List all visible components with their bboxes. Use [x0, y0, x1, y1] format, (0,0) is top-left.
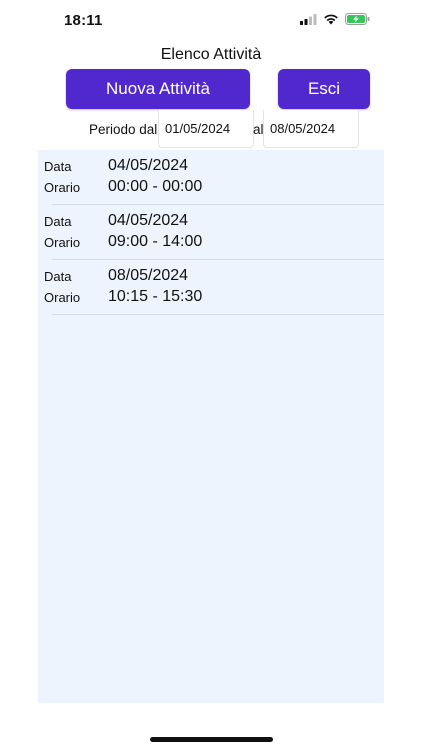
time-label: Orario — [44, 290, 81, 305]
battery-charging-icon — [345, 13, 370, 25]
date-from-field[interactable]: 01/05/2024 — [158, 110, 254, 148]
date-value: 04/05/2024 — [108, 157, 189, 174]
status-icons — [300, 13, 370, 25]
row-divider — [52, 314, 384, 315]
date-value: 08/05/2024 — [108, 267, 189, 284]
cellular-signal-icon — [300, 13, 317, 25]
date-value: 04/05/2024 — [108, 212, 189, 229]
page-title: Elenco Attività — [160, 46, 262, 63]
period-from-label: Periodo dal — [89, 122, 158, 137]
date-label: Data — [44, 214, 72, 229]
list-item[interactable]: Data 08/05/2024 Orario 10:15 - 15:30 — [38, 260, 384, 315]
time-label: Orario — [44, 180, 81, 195]
date-label: Data — [44, 269, 72, 284]
time-value: 00:00 - 00:00 — [108, 178, 203, 195]
time-value: 09:00 - 14:00 — [108, 233, 203, 250]
period-to-label: al — [253, 122, 264, 137]
date-label: Data — [44, 159, 72, 174]
new-activity-button[interactable]: Nuova Attività — [66, 69, 250, 109]
list-item[interactable]: Data 04/05/2024 Orario 09:00 - 14:00 — [38, 205, 384, 260]
time-label: Orario — [44, 235, 81, 250]
wifi-icon — [323, 13, 339, 25]
list-item[interactable]: Data 04/05/2024 Orario 00:00 - 00:00 — [38, 150, 384, 205]
exit-button[interactable]: Esci — [278, 69, 370, 109]
status-time: 18:11 — [64, 12, 103, 29]
time-value: 10:15 - 15:30 — [108, 288, 203, 305]
date-to-field[interactable]: 08/05/2024 — [263, 110, 359, 148]
home-indicator[interactable] — [150, 737, 273, 742]
activity-list: Data 04/05/2024 Orario 00:00 - 00:00 Dat… — [38, 150, 384, 703]
